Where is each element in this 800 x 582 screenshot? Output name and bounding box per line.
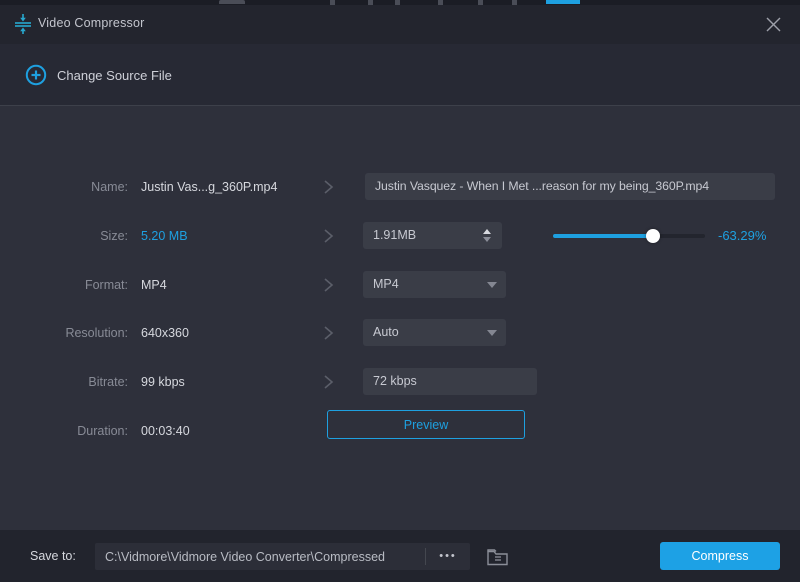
duration-value: 00:03:40 <box>141 424 190 438</box>
arrow-right-icon <box>320 374 336 390</box>
size-slider-thumb[interactable] <box>646 229 661 243</box>
titlebar: Video Compressor <box>0 5 800 44</box>
save-to-label: Save to: <box>30 549 76 563</box>
preview-button[interactable]: Preview <box>327 410 525 439</box>
duration-label: Duration: <box>77 424 128 438</box>
spinner-up-icon[interactable] <box>483 229 491 234</box>
bitrate-label: Bitrate: <box>88 375 128 389</box>
resolution-row: Resolution: 640x360 Auto <box>0 318 800 348</box>
size-source-value: 5.20 MB <box>141 229 188 243</box>
spinner-down-icon[interactable] <box>483 237 491 242</box>
size-slider[interactable] <box>553 229 705 243</box>
format-label: Format: <box>84 278 128 292</box>
resolution-selected-value: Auto <box>373 325 399 339</box>
dropdown-arrow-icon <box>487 330 497 336</box>
resolution-label: Resolution: <box>65 326 128 340</box>
compressor-form: Name: Justin Vas...g_360P.mp4 Justin Vas… <box>0 107 800 530</box>
open-folder-icon[interactable] <box>484 544 511 570</box>
arrow-right-icon <box>320 325 336 341</box>
dropdown-arrow-icon <box>487 282 497 288</box>
header-bar: Change Source File <box>0 44 800 106</box>
bitrate-row: Bitrate: 99 kbps 72 kbps <box>0 367 800 397</box>
change-source-file-button[interactable]: Change Source File <box>57 68 172 83</box>
arrow-right-icon <box>320 179 336 195</box>
arrow-right-icon <box>320 277 336 293</box>
size-row: Size: 5.20 MB 1.91MB -63.29% <box>0 221 800 251</box>
compress-button[interactable]: Compress <box>660 542 780 570</box>
bitrate-source-value: 99 kbps <box>141 375 185 389</box>
browse-ellipsis-button[interactable]: ••• <box>426 543 470 570</box>
resolution-source-value: 640x360 <box>141 326 189 340</box>
name-source-value: Justin Vas...g_360P.mp4 <box>141 180 278 194</box>
arrow-right-icon <box>320 228 336 244</box>
close-icon[interactable] <box>760 11 786 37</box>
name-row: Name: Justin Vas...g_360P.mp4 Justin Vas… <box>0 172 800 202</box>
parent-icon-fragment <box>219 0 245 4</box>
save-path-field: C:\Vidmore\Vidmore Video Converter\Compr… <box>95 543 470 570</box>
compressor-icon <box>13 13 33 35</box>
format-selected-value: MP4 <box>373 277 399 291</box>
duration-row: Duration: 00:03:40 Preview <box>0 410 800 446</box>
bitrate-input[interactable]: 72 kbps <box>363 368 537 395</box>
parent-accent-fragment <box>546 0 580 4</box>
resolution-dropdown[interactable]: Auto <box>363 319 506 346</box>
size-spinner-arrows <box>480 222 494 249</box>
target-size-value: 1.91MB <box>373 228 417 242</box>
save-path-input[interactable]: C:\Vidmore\Vidmore Video Converter\Compr… <box>95 550 425 564</box>
name-label: Name: <box>91 180 128 194</box>
size-reduction-percent: -63.29% <box>718 228 767 243</box>
dialog-title: Video Compressor <box>38 16 145 30</box>
video-compressor-dialog: Video Compressor Change Source File Name… <box>0 0 800 582</box>
target-size-spinner[interactable]: 1.91MB <box>363 222 502 249</box>
size-slider-fill <box>553 234 654 238</box>
format-source-value: MP4 <box>141 278 167 292</box>
add-circle-icon[interactable] <box>25 64 47 86</box>
format-dropdown[interactable]: MP4 <box>363 271 506 298</box>
size-label: Size: <box>100 229 128 243</box>
footer-bar: Save to: C:\Vidmore\Vidmore Video Conver… <box>0 530 800 582</box>
format-row: Format: MP4 MP4 <box>0 270 800 300</box>
output-name-input[interactable]: Justin Vasquez - When I Met ...reason fo… <box>365 173 775 200</box>
